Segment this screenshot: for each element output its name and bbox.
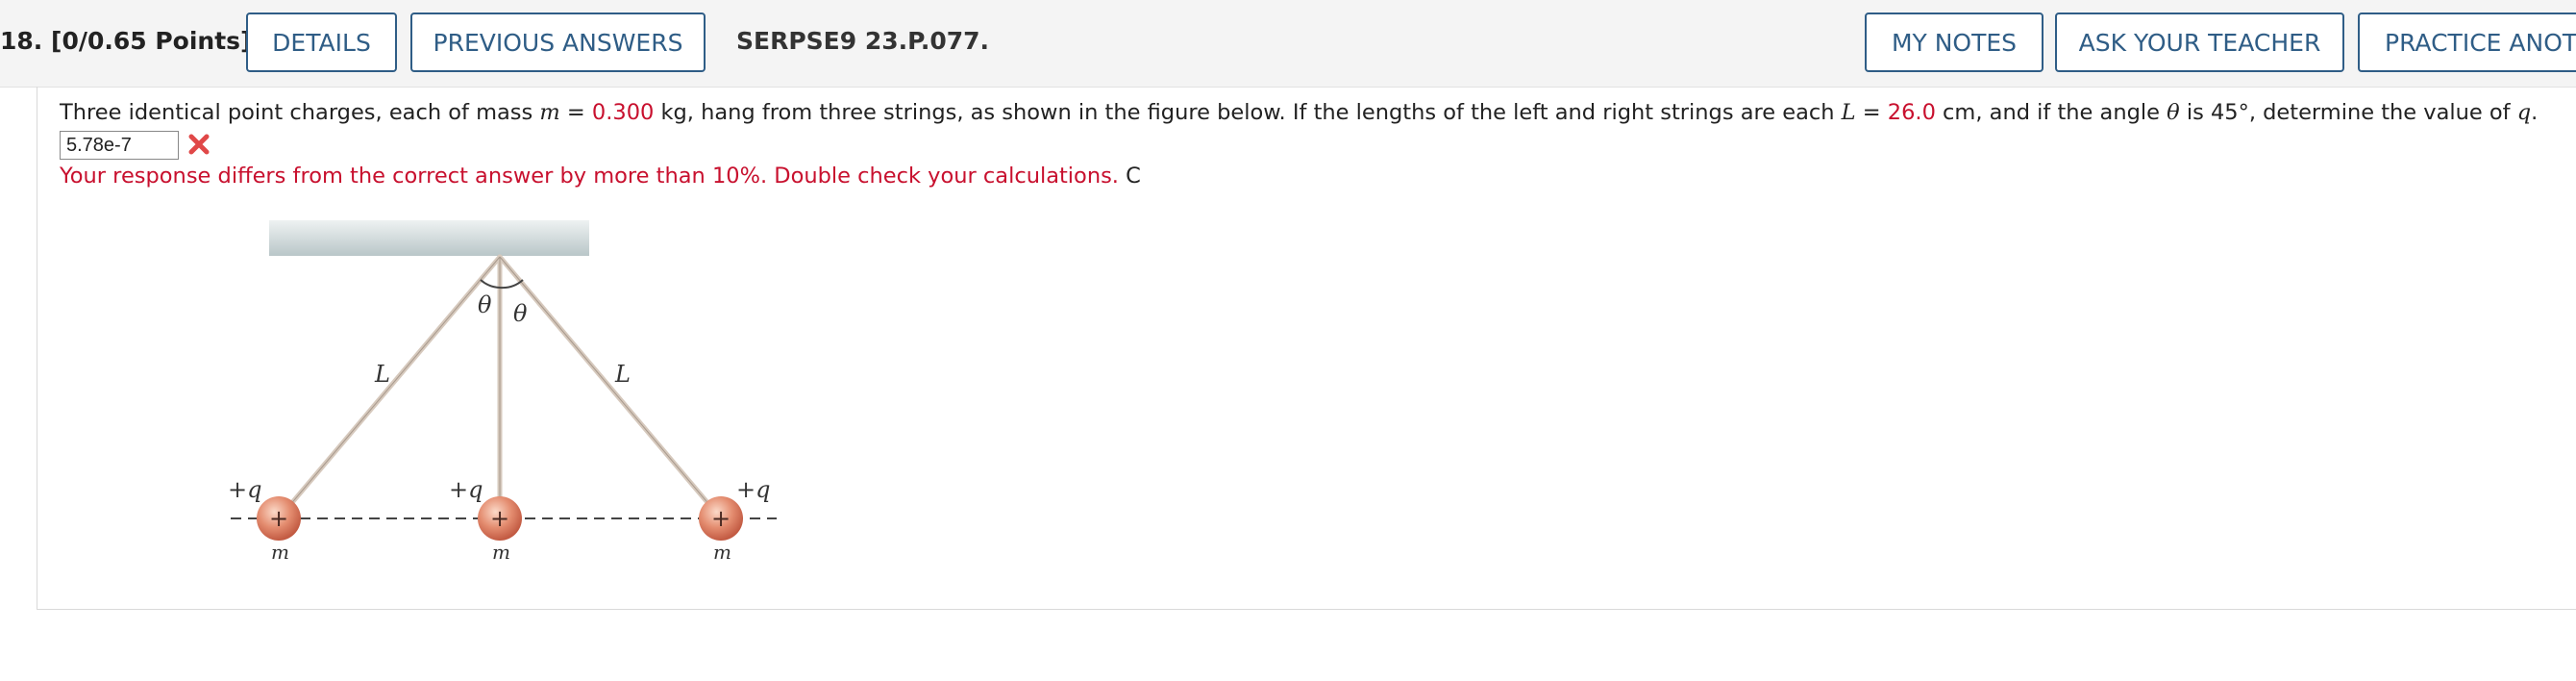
- incorrect-x-icon: [188, 134, 210, 155]
- plus-sign-right: +: [711, 505, 731, 532]
- charge-label-middle: +q: [449, 476, 483, 503]
- problem-code: SERPSE9 23.P.077.: [736, 27, 990, 55]
- charge-middle: +: [478, 496, 522, 541]
- mass-label-right: m: [713, 541, 731, 564]
- my-notes-button[interactable]: MY NOTES: [1865, 13, 2043, 72]
- practice-another-button[interactable]: PRACTICE ANOT: [2358, 13, 2576, 72]
- unit-label: C: [1126, 164, 1141, 189]
- answer-feedback: Your response differs from the correct a…: [60, 164, 1141, 189]
- hanging-charges-figure: θ θ L L + + + +q +q +q m m m: [228, 220, 777, 564]
- mass-value: 0.300: [591, 100, 655, 125]
- ask-your-teacher-button[interactable]: ASK YOUR TEACHER: [2055, 13, 2344, 72]
- question-number-points: 18. [0/0.65 Points]: [0, 27, 252, 55]
- string-label-left: L: [374, 361, 390, 388]
- angle-label-right: θ: [513, 300, 528, 327]
- charge-label-right: +q: [736, 476, 770, 503]
- charge-label-left: +q: [228, 476, 261, 503]
- details-button[interactable]: DETAILS: [246, 13, 397, 72]
- left-angle-arc: [480, 279, 501, 289]
- charge-left: +: [257, 496, 301, 541]
- length-value: 26.0: [1887, 100, 1936, 125]
- ceiling: [269, 220, 589, 256]
- string-label-right: L: [614, 361, 631, 388]
- mass-label-left: m: [271, 541, 289, 564]
- answer-input[interactable]: [60, 131, 179, 160]
- plus-sign-middle: +: [490, 505, 509, 532]
- problem-statement: Three identical point charges, each of m…: [60, 100, 2539, 125]
- mass-label-middle: m: [492, 541, 510, 564]
- angle-label-left: θ: [478, 291, 492, 318]
- previous-answers-button[interactable]: PREVIOUS ANSWERS: [410, 13, 706, 72]
- plus-sign-left: +: [269, 505, 288, 532]
- question-header: 18. [0/0.65 Points] DETAILS PREVIOUS ANS…: [0, 0, 2576, 88]
